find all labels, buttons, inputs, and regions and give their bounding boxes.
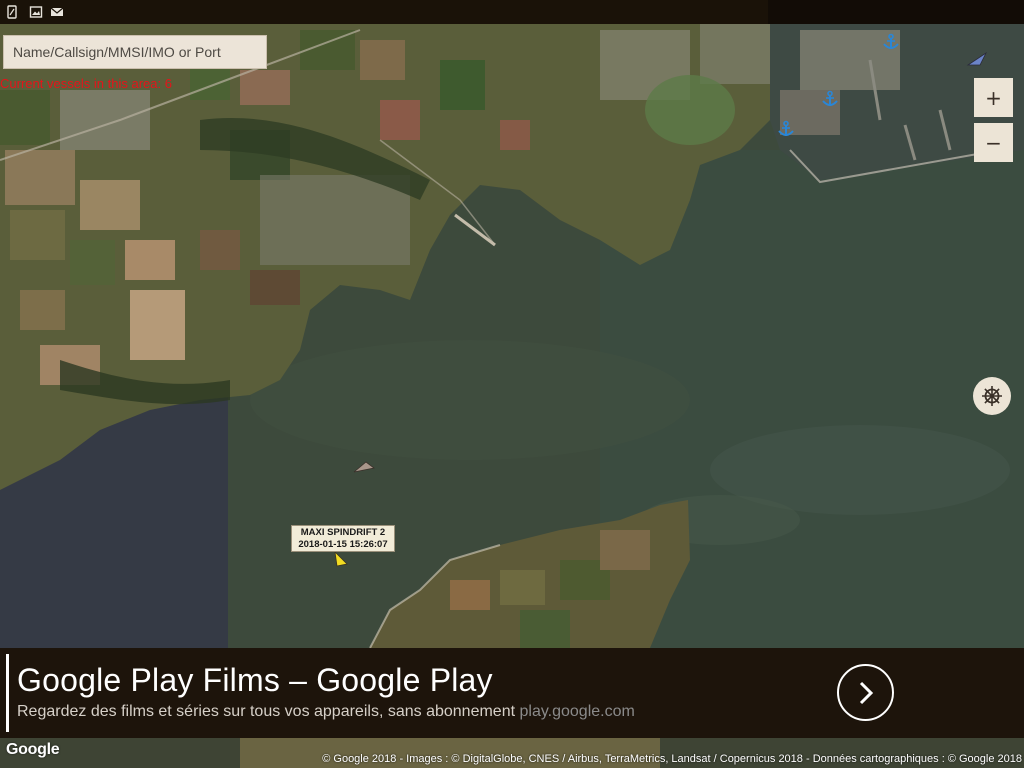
status-bar-right — [768, 0, 1024, 24]
ad-open-button[interactable] — [837, 664, 894, 721]
ad-title[interactable]: Google Play Films – Google Play — [17, 662, 493, 699]
anchor-icon[interactable] — [882, 33, 900, 51]
mail-icon — [50, 7, 64, 16]
vessel-name: MAXI SPINDRIFT 2 — [300, 527, 386, 538]
ad-description[interactable]: Regardez des films et séries sur tous vo… — [17, 703, 635, 721]
vessel-timestamp: 2018-01-15 15:26:07 — [298, 539, 388, 550]
ad-url[interactable]: play.google.com — [519, 703, 634, 720]
zoom-out-button[interactable]: − — [974, 123, 1013, 162]
ad-accent-bar — [6, 654, 9, 732]
image-icon — [29, 6, 43, 18]
anchor-icon[interactable] — [777, 120, 795, 138]
chevron-right-icon — [859, 681, 873, 704]
vessel-label[interactable]: MAXI SPINDRIFT 2 2018-01-15 15:26:07 — [291, 525, 395, 552]
anchor-icon[interactable] — [821, 90, 839, 108]
selected-vessel-marker-icon[interactable] — [331, 550, 349, 570]
vessel-count-text: Current vessels in this area: 6 — [0, 76, 172, 91]
zoom-in-button[interactable]: + — [974, 78, 1013, 117]
ad-description-text: Regardez des films et séries sur tous vo… — [17, 703, 516, 720]
helm-button[interactable] — [973, 377, 1011, 415]
status-bar — [0, 0, 1024, 24]
phone-icon — [7, 5, 17, 19]
ad-banner[interactable]: Google Play Films – Google Play Regardez… — [0, 648, 1024, 738]
vessel-marker-icon[interactable] — [966, 51, 988, 67]
vessel-marker-icon[interactable] — [352, 460, 376, 476]
google-logo: Google — [6, 741, 60, 758]
search-input[interactable] — [3, 35, 267, 69]
helm-icon — [982, 386, 1002, 406]
map-attribution: © Google 2018 - Images : © DigitalGlobe,… — [322, 753, 1022, 765]
